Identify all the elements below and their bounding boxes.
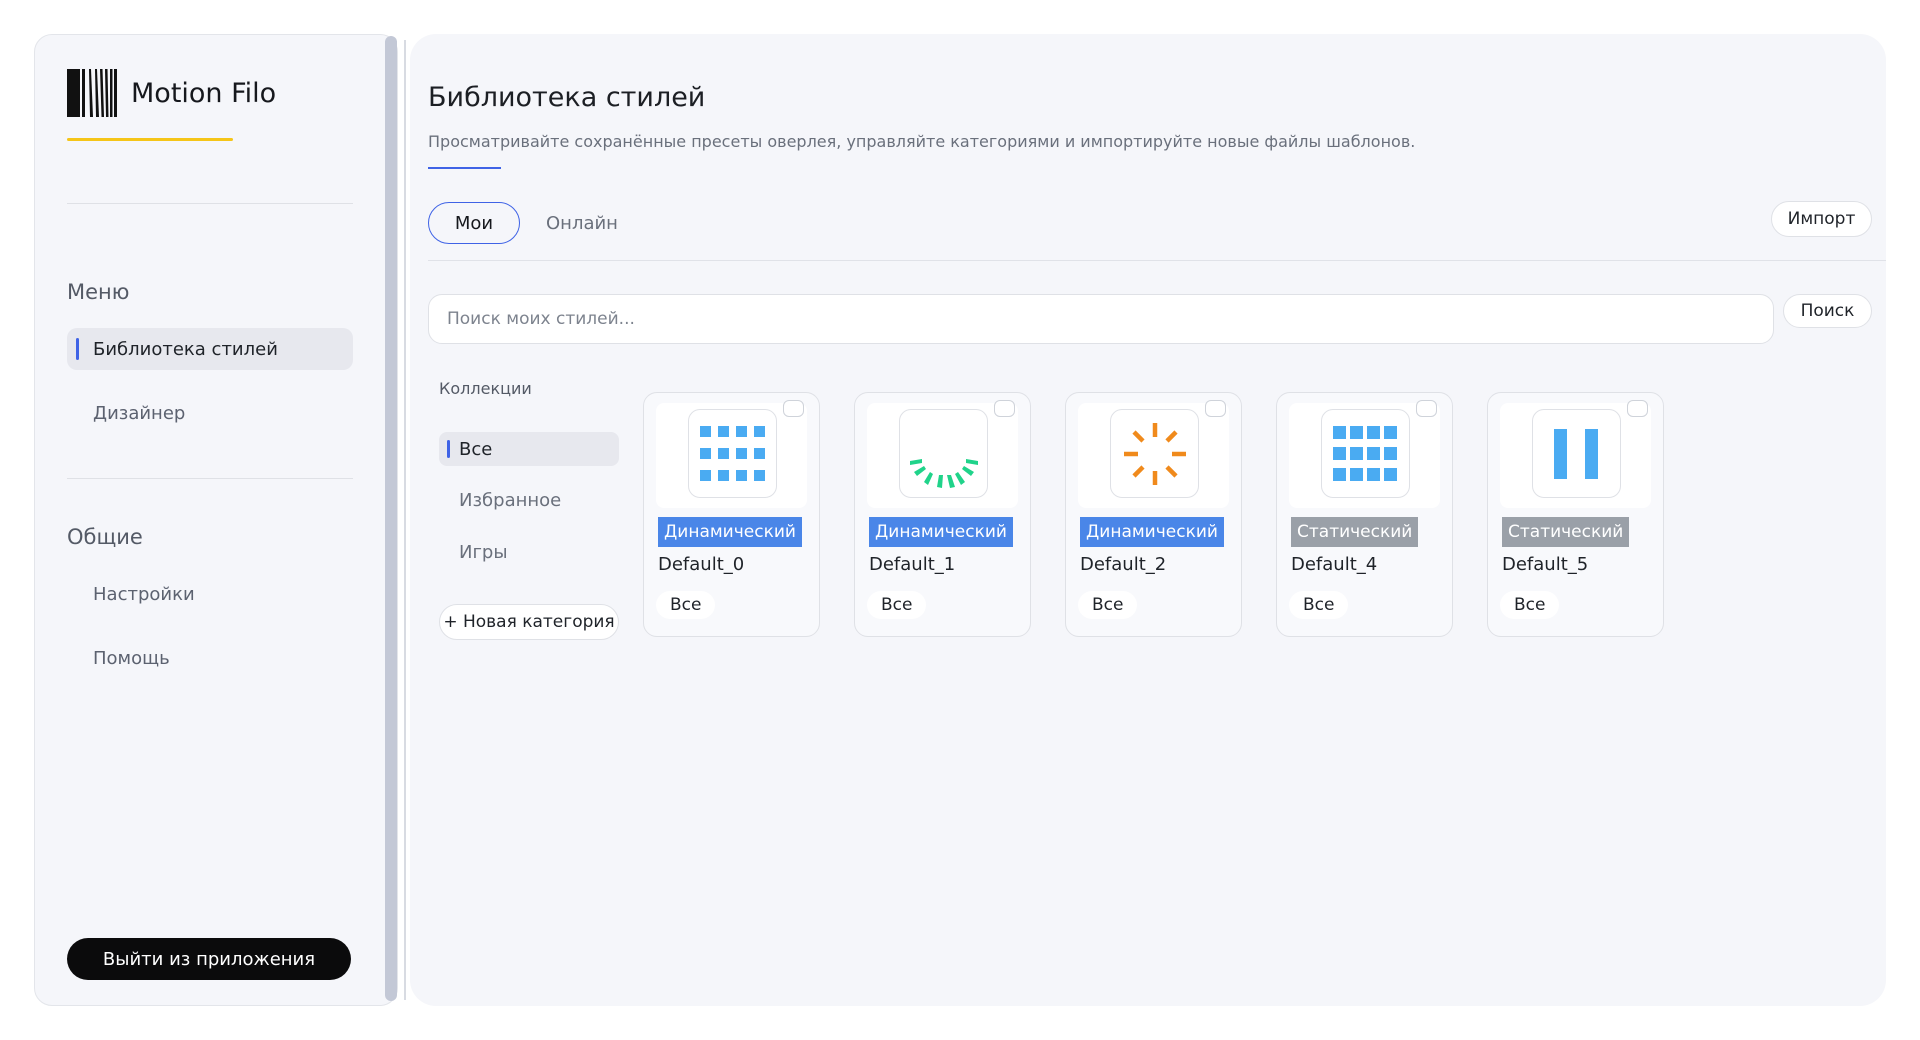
category-tag: Все [656, 591, 716, 619]
category-favorites[interactable]: Избранное [439, 483, 619, 517]
type-badge: Динамический [869, 517, 1013, 547]
sidebar-item-label: Помощь [93, 647, 170, 669]
category-label: Игры [459, 541, 508, 563]
sidebar: Motion Filo Меню Библиотека стилей Дизай… [34, 34, 398, 1006]
app-name: Motion Filo [131, 77, 277, 109]
new-category-button[interactable]: + Новая категория [439, 604, 619, 640]
category-tag: Все [867, 591, 927, 619]
card-thumbnail [688, 409, 777, 498]
tab-mine[interactable]: Мои [428, 202, 520, 244]
menu-section-title: Меню [67, 280, 130, 304]
general-section-title: Общие [67, 525, 143, 549]
scrollbar-thumb[interactable] [385, 36, 397, 1001]
sidebar-divider [67, 203, 353, 204]
pause-icon [1553, 428, 1598, 479]
card-preview [867, 403, 1018, 508]
search-input[interactable] [428, 294, 1774, 344]
import-button[interactable]: Импорт [1771, 201, 1872, 237]
style-card[interactable]: Динамический Default_1 Все [854, 392, 1031, 637]
card-thumbnail [1532, 409, 1621, 498]
sidebar-item-label: Дизайнер [93, 402, 186, 424]
style-name: Default_1 [869, 554, 956, 575]
sidebar-item-style-library[interactable]: Библиотека стилей [67, 328, 353, 370]
card-preview [656, 403, 807, 508]
card-thumbnail [899, 409, 988, 498]
select-checkbox[interactable] [1205, 400, 1226, 417]
sidebar-item-designer[interactable]: Дизайнер [67, 392, 353, 434]
panel-divider [404, 40, 406, 1000]
tabs-divider [428, 260, 1886, 261]
card-preview [1500, 403, 1651, 508]
category-tag: Все [1078, 591, 1138, 619]
card-thumbnail [1321, 409, 1410, 498]
radial-spinner-icon [1123, 422, 1186, 485]
select-checkbox[interactable] [783, 400, 804, 417]
style-card[interactable]: Динамический Default_0 Все [643, 392, 820, 637]
category-label: Избранное [459, 489, 562, 511]
style-card[interactable]: Статический Default_5 Все [1487, 392, 1664, 637]
category-label: Все [459, 438, 493, 460]
sidebar-item-settings[interactable]: Настройки [67, 573, 353, 615]
style-name: Default_2 [1080, 554, 1167, 575]
page-title: Библиотека стилей [428, 82, 706, 113]
sidebar-scrollbar[interactable] [385, 34, 399, 1006]
title-underline [428, 167, 501, 169]
style-card[interactable]: Динамический Default_2 Все [1065, 392, 1242, 637]
grid-icon [699, 425, 765, 481]
logo: Motion Filo [67, 69, 276, 117]
tab-online[interactable]: Онлайн [540, 202, 624, 244]
sidebar-divider [67, 478, 353, 479]
main-panel: Библиотека стилей Просматривайте сохранё… [410, 34, 1886, 1006]
search-button[interactable]: Поиск [1783, 294, 1872, 328]
type-badge: Статический [1502, 517, 1630, 547]
category-tag: Все [1289, 591, 1349, 619]
card-thumbnail [1110, 409, 1199, 498]
category-games[interactable]: Игры [439, 535, 619, 569]
category-all[interactable]: Все [439, 432, 619, 466]
logo-underline [67, 138, 233, 141]
grid-icon [1332, 425, 1397, 481]
app-window: Motion Filo Меню Библиотека стилей Дизай… [0, 0, 1920, 1040]
style-card[interactable]: Статический Default_4 Все [1276, 392, 1453, 637]
category-tag: Все [1500, 591, 1560, 619]
type-badge: Динамический [1080, 517, 1224, 547]
select-checkbox[interactable] [994, 400, 1015, 417]
select-checkbox[interactable] [1627, 400, 1648, 417]
select-checkbox[interactable] [1416, 400, 1437, 417]
card-preview [1078, 403, 1229, 508]
style-name: Default_4 [1291, 554, 1378, 575]
sidebar-item-label: Библиотека стилей [93, 338, 278, 360]
card-preview [1289, 403, 1440, 508]
type-badge: Статический [1291, 517, 1419, 547]
arc-spinner-icon [909, 458, 978, 488]
sidebar-item-help[interactable]: Помощь [67, 637, 353, 679]
style-name: Default_0 [658, 554, 745, 575]
type-badge: Динамический [658, 517, 802, 547]
exit-app-button[interactable]: Выйти из приложения [67, 938, 351, 980]
page-description: Просматривайте сохранённые пресеты оверл… [428, 132, 1416, 151]
sidebar-item-label: Настройки [93, 583, 195, 605]
style-name: Default_5 [1502, 554, 1589, 575]
logo-mark-icon [67, 69, 117, 117]
collections-title: Коллекции [439, 379, 532, 398]
